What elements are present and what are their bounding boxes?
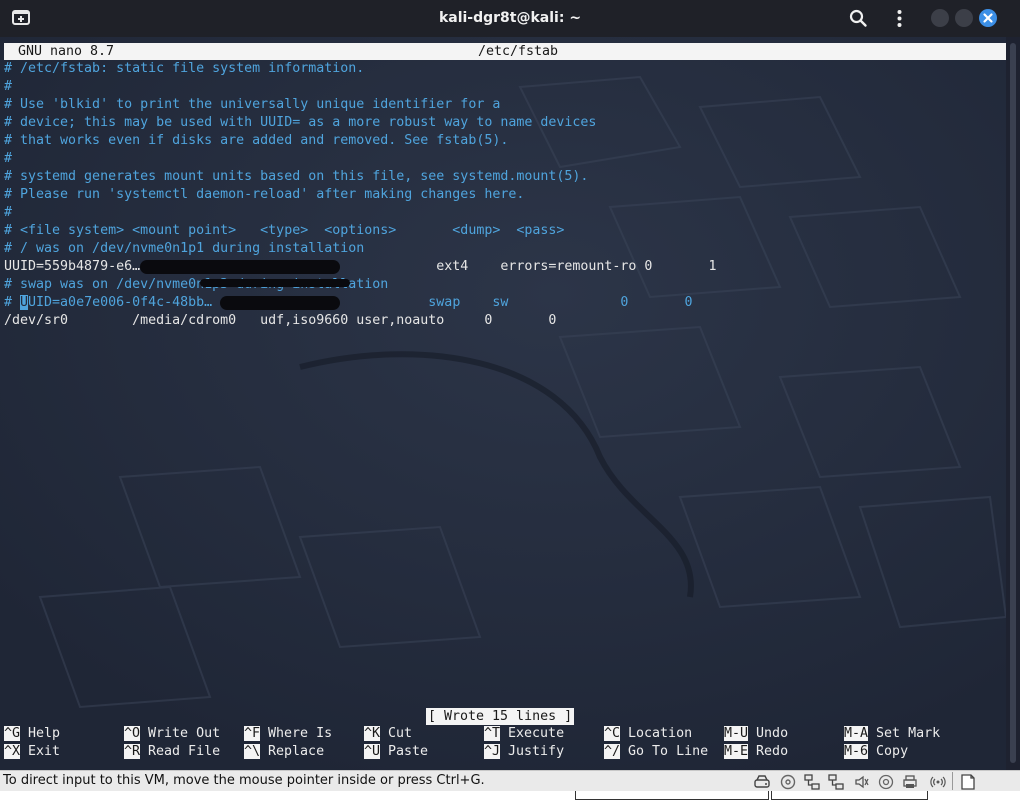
printer-icon[interactable] bbox=[902, 774, 918, 790]
shortcut-label: Execute bbox=[508, 726, 565, 741]
editor-line[interactable]: /dev/sr0 /media/cdrom0 udf,iso9660 user,… bbox=[4, 312, 556, 330]
editor-line[interactable]: UUID=559b4879-e6… / ext4 errors=remount-… bbox=[4, 258, 716, 276]
shortcut-item[interactable]: ^R Read File bbox=[124, 743, 220, 761]
status-message: [ Wrote 15 lines ] bbox=[426, 708, 575, 725]
shortcut-key: ^\ bbox=[244, 744, 261, 759]
editor-line[interactable]: # device; this may be used with UUID= as… bbox=[4, 114, 596, 132]
maximize-icon[interactable] bbox=[955, 9, 973, 27]
editor-line[interactable]: # bbox=[4, 78, 12, 96]
usb-icon[interactable] bbox=[878, 774, 894, 790]
shortcut-label: Location bbox=[628, 726, 693, 741]
shortcut-label: Paste bbox=[388, 744, 429, 759]
editor-line[interactable]: # Use 'blkid' to print the universally u… bbox=[4, 96, 500, 114]
shortcut-item[interactable]: M-E Redo bbox=[724, 743, 788, 761]
shortcut-key: ^/ bbox=[604, 744, 621, 759]
shortcut-item[interactable]: M-A Set Mark bbox=[844, 725, 940, 743]
search-icon[interactable] bbox=[848, 8, 869, 29]
text-cursor: U bbox=[20, 295, 29, 310]
shortcut-key: ^K bbox=[364, 726, 381, 741]
sound-icon[interactable] bbox=[854, 774, 870, 790]
editor-line[interactable]: # bbox=[4, 204, 12, 222]
shortcut-key: ^O bbox=[124, 726, 141, 741]
redaction-mark bbox=[140, 260, 340, 274]
shortcut-item[interactable]: ^\ Replace bbox=[244, 743, 324, 761]
menu-icon[interactable] bbox=[889, 8, 910, 29]
shortcut-label: Where Is bbox=[268, 726, 333, 741]
window-bottom-margin bbox=[0, 791, 1020, 800]
nano-filename: /etc/fstab bbox=[478, 44, 559, 59]
redaction-mark bbox=[220, 296, 340, 310]
shortcut-label: Replace bbox=[268, 744, 325, 759]
shortcut-item[interactable]: ^C Location bbox=[604, 725, 692, 743]
wireless-icon[interactable] bbox=[930, 774, 946, 790]
notes-icon[interactable] bbox=[960, 774, 976, 790]
shortcut-item[interactable]: ^F Where Is bbox=[244, 725, 332, 743]
shortcut-key: ^F bbox=[244, 726, 261, 741]
editor-line[interactable]: # that works even if disks are added and… bbox=[4, 132, 508, 150]
nano-header: GNU nano 8.7 /etc/fstab bbox=[4, 43, 1006, 60]
shortcut-key: M-A bbox=[844, 726, 869, 741]
scrollbar-thumb[interactable] bbox=[1010, 43, 1016, 763]
shortcut-item[interactable]: ^O Write Out bbox=[124, 725, 220, 743]
divider bbox=[952, 772, 953, 790]
editor-line[interactable]: # systemd generates mount units based on… bbox=[4, 168, 588, 186]
shortcut-item[interactable]: M-U Undo bbox=[724, 725, 788, 743]
shortcut-key: ^U bbox=[364, 744, 381, 759]
shortcut-label: Justify bbox=[508, 744, 565, 759]
shortcut-key: M-E bbox=[724, 744, 749, 759]
shortcut-key: M-U bbox=[724, 726, 749, 741]
shortcut-label: Exit bbox=[28, 744, 61, 759]
background-window-edge bbox=[575, 791, 769, 800]
vm-status-bar: To direct input to this VM, move the mou… bbox=[0, 770, 1020, 791]
network-icon-2[interactable] bbox=[828, 774, 844, 790]
shortcut-item[interactable]: M-6 Copy bbox=[844, 743, 908, 761]
shortcut-item[interactable]: ^T Execute bbox=[484, 725, 564, 743]
editor-line[interactable]: # Please run 'systemctl daemon-reload' a… bbox=[4, 186, 524, 204]
shortcut-label: Read File bbox=[148, 744, 221, 759]
shortcut-label: Go To Line bbox=[628, 744, 709, 759]
shortcut-item[interactable]: ^X Exit bbox=[4, 743, 60, 761]
terminal-scrollbar[interactable] bbox=[1006, 37, 1020, 770]
shortcut-key: ^X bbox=[4, 744, 21, 759]
hard-disk-icon[interactable] bbox=[754, 774, 770, 790]
editor-line[interactable]: # /etc/fstab: static file system informa… bbox=[4, 60, 364, 78]
vm-input-hint: To direct input to this VM, move the mou… bbox=[3, 773, 485, 788]
redaction-mark bbox=[200, 279, 350, 287]
shortcut-key: ^C bbox=[604, 726, 621, 741]
shortcut-item[interactable]: ^G Help bbox=[4, 725, 60, 743]
shortcut-item[interactable]: ^U Paste bbox=[364, 743, 428, 761]
minimize-icon[interactable] bbox=[931, 9, 949, 27]
network-icon[interactable] bbox=[804, 774, 820, 790]
cd-icon[interactable] bbox=[780, 774, 796, 790]
terminal-area[interactable]: GNU nano 8.7 /etc/fstab # /etc/fstab: st… bbox=[0, 37, 1006, 770]
shortcut-key: ^R bbox=[124, 744, 141, 759]
editor-line[interactable]: # / was on /dev/nvme0n1p1 during install… bbox=[4, 240, 364, 258]
background-window-edge bbox=[771, 791, 928, 800]
editor-line[interactable]: # <file system> <mount point> <type> <op… bbox=[4, 222, 564, 240]
shortcut-item[interactable]: ^/ Go To Line bbox=[604, 743, 708, 761]
shortcut-key: ^T bbox=[484, 726, 501, 741]
shortcut-label: Write Out bbox=[148, 726, 221, 741]
shortcut-label: Cut bbox=[388, 726, 413, 741]
nano-version: GNU nano 8.7 bbox=[18, 44, 115, 59]
shortcut-key: ^J bbox=[484, 744, 501, 759]
shortcut-label: Redo bbox=[756, 744, 789, 759]
shortcut-key: ^G bbox=[4, 726, 21, 741]
editor-line[interactable]: # UUID=a0e7e006-0f4c-48bb… none swap sw … bbox=[4, 294, 692, 312]
shortcut-label: Set Mark bbox=[876, 726, 941, 741]
shortcut-item[interactable]: ^J Justify bbox=[484, 743, 564, 761]
editor-line-prefix: # bbox=[4, 295, 21, 310]
shortcut-label: Copy bbox=[876, 744, 909, 759]
shortcut-label: Help bbox=[28, 726, 61, 741]
shortcut-label: Undo bbox=[756, 726, 789, 741]
close-icon[interactable] bbox=[979, 9, 997, 27]
window-titlebar: kali-dgr8t@kali: ~ bbox=[0, 0, 1020, 37]
shortcut-key: M-6 bbox=[844, 744, 869, 759]
editor-line[interactable]: # bbox=[4, 150, 12, 168]
shortcut-item[interactable]: ^K Cut bbox=[364, 725, 412, 743]
